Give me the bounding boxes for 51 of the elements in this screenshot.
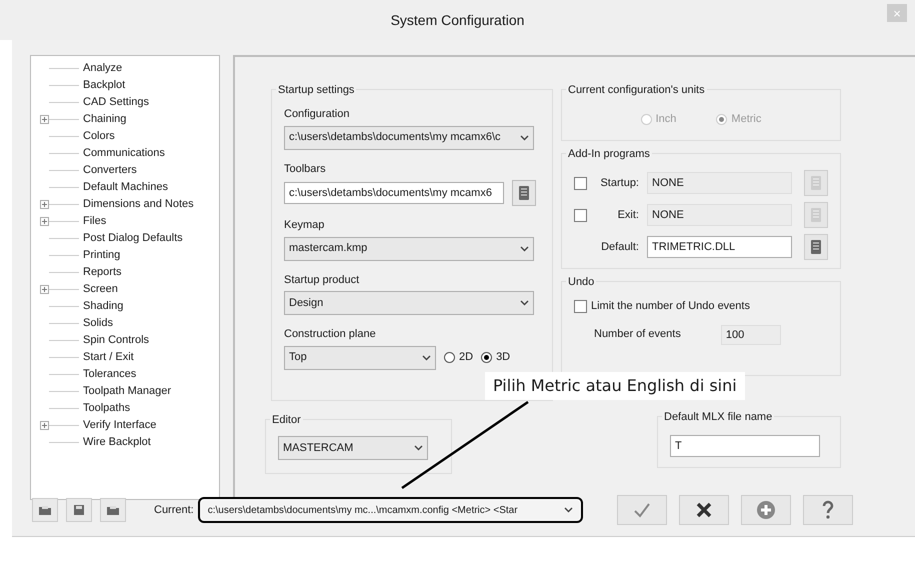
tree-item[interactable]: Colors [79,128,115,145]
tree-item[interactable]: Toolpath Manager [79,383,172,400]
radio-button[interactable]: 3D [481,349,510,366]
tree-item[interactable]: Converters [79,162,137,179]
tree-item[interactable]: Dimensions and Notes [79,196,194,213]
field-label: Startup product [284,272,360,288]
tree-item[interactable]: Spin Controls [79,332,150,349]
mlx-field[interactable]: T [670,435,820,457]
current-dropdown[interactable]: c:\users\detambs\documents\my mc...\mcamxm.config <Metric> <Star [198,497,583,523]
tree-item[interactable]: Start / Exit [79,349,134,366]
group-title: Startup settings [276,82,356,98]
tree-item[interactable]: Verify Interface [79,417,156,434]
tree-item[interactable]: Tolerances [79,366,136,383]
callout-label: Pilih Metric atau English di sini [485,372,745,400]
tree-item[interactable]: Communications [79,145,165,162]
tree-item[interactable]: Chaining [79,111,126,128]
tree-item[interactable]: Post Dialog Defaults [79,230,183,247]
radio-button[interactable]: 2D [444,349,474,366]
plane-dropdown[interactable]: Top [284,346,436,370]
keymap-dropdown[interactable]: mastercam.kmp [284,236,534,260]
editor-dropdown[interactable]: MASTERCAM [278,436,428,460]
checkbox-label: Limit the number of Undo events [591,299,750,314]
window-title: System Configuration [390,10,524,30]
tree-item[interactable]: Screen [79,281,118,298]
tree-item[interactable]: Printing [79,247,120,264]
field-label: Number of events [594,327,681,342]
events-field[interactable]: 100 [720,324,781,344]
field-label: Toolbars [284,162,327,176]
program-field[interactable]: TRIMETRIC.DLL [647,236,792,258]
field-label: Exit: [616,208,640,223]
tree-item[interactable]: Files [79,213,106,230]
field-label: Construction plane [284,327,377,342]
product-dropdown[interactable]: Design [284,291,534,315]
tree-item[interactable]: Solids [79,315,113,332]
group-title: Add-In programs [566,146,652,162]
tree-item[interactable]: Shading [79,298,124,315]
tree-item[interactable]: Backplot [79,77,126,94]
tree-item[interactable]: Wire Backplot [79,434,151,451]
tree-item[interactable]: Toolpaths [79,400,130,417]
tree-item[interactable]: Analyze [79,60,122,77]
configuration-dropdown[interactable]: c:\users\detambs\documents\my mcamx6\c [284,126,534,150]
field-label: Keymap [284,218,326,233]
field-label: Startup: [599,176,640,191]
toolbars-field[interactable]: c:\users\detambs\documents\my mcamx6 [284,182,504,204]
tree-item[interactable]: Reports [79,264,122,281]
group-title: Current configuration's units [566,82,707,98]
tree-item[interactable]: Default Machines [79,179,168,196]
tree-item[interactable]: CAD Settings [79,94,150,111]
field-label: Configuration [284,107,350,122]
current-label: Current: [154,502,194,518]
field-label: Default: [600,240,640,255]
